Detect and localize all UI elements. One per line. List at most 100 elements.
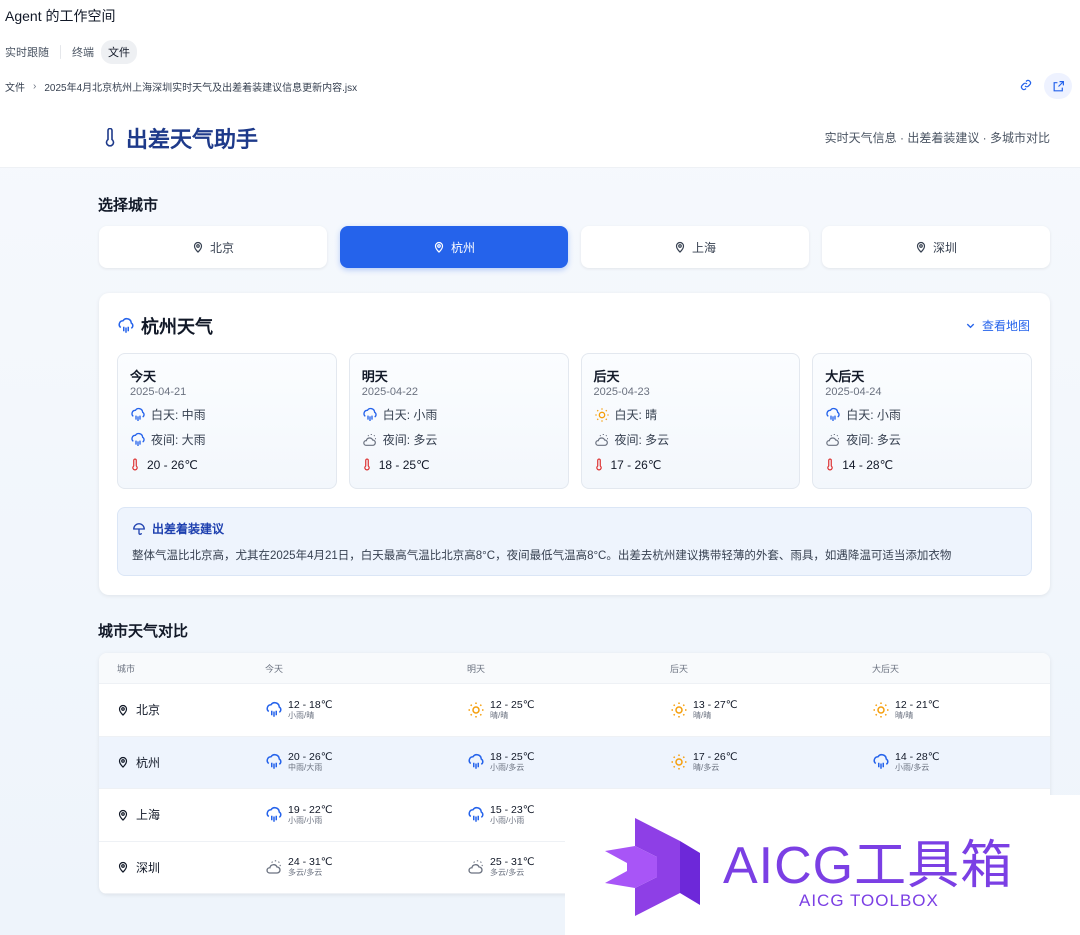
day-name: 明天 <box>361 369 388 384</box>
app-subtitle: 实时天气信息 · 出差着装建议 · 多城市对比 <box>824 131 1050 145</box>
open-external-button[interactable] <box>1044 73 1072 99</box>
table-row[interactable]: 杭州 20 - 26℃ 中雨/大雨 18 - 25℃ 小雨/多云 17 - 26℃ 晴/多云… <box>99 736 1050 789</box>
weather-text: 20 - 26℃ 中雨/大雨 <box>288 751 332 773</box>
tab-files[interactable]: 文件 <box>101 40 137 64</box>
rain-icon <box>118 317 134 333</box>
cloudy-icon <box>594 432 610 448</box>
watermark-subtext: AICG TOOLBOX <box>799 891 939 910</box>
header-cell: 后天 <box>670 663 689 674</box>
file-actions <box>1020 73 1072 99</box>
weather-text: 12 - 25℃ 晴/晴 <box>490 699 534 721</box>
location-pin-icon <box>916 241 926 253</box>
rain-icon <box>362 407 378 423</box>
night-weather-text: 夜间: 多云 <box>614 433 670 447</box>
weather-summary: 19 - 22℃ 小雨/小雨 <box>265 804 453 826</box>
weather-text: 13 - 27℃ 晴/晴 <box>693 699 737 721</box>
temperature-range: 18 - 25℃ <box>362 458 556 472</box>
rain-icon <box>825 407 841 423</box>
breadcrumb-root[interactable]: 文件 <box>5 79 25 94</box>
weather-summary: 12 - 21℃ 晴/晴 <box>872 699 1050 721</box>
night-weather-text: 夜间: 大雨 <box>151 433 206 447</box>
city-button-label: 深圳 <box>932 240 957 255</box>
night-weather: 夜间: 多云 <box>594 431 788 448</box>
rain-icon <box>467 806 485 824</box>
weather-desc: 小雨/晴 <box>288 710 315 720</box>
breadcrumb-file: 2025年4月北京杭州上海深圳实时天气及出差着装建议信息更新内容.jsx <box>44 83 358 94</box>
view-map-link[interactable]: 查看地图 <box>965 317 1030 334</box>
weather-desc: 晴/晴 <box>895 710 914 720</box>
day-date: 2025-04-23 <box>593 386 650 398</box>
tab-terminal[interactable]: 终端 <box>65 40 101 64</box>
compare-table-header: 城市 今天 明天 后天 大后天 <box>99 653 1050 684</box>
weather-text: 19 - 22℃ 小雨/小雨 <box>288 804 332 826</box>
temperature-text: 17 - 26℃ <box>610 458 662 472</box>
forecast-day-card: 大后天 2025-04-24 白天: 小雨 夜间: 多云 14 - 28℃ <box>812 353 1032 489</box>
city-button-beijing[interactable]: 北京 <box>99 226 327 268</box>
location-pin-icon <box>117 704 129 716</box>
aicg-logo-icon <box>605 818 700 916</box>
weather-text: 17 - 26℃ 晴/多云 <box>693 751 737 773</box>
external-link-icon <box>1053 80 1064 91</box>
city-button-hangzhou[interactable]: 杭州 <box>340 226 568 268</box>
app-title: 出差天气助手 <box>102 122 258 154</box>
temp-range: 19 - 22℃ <box>288 803 333 816</box>
advice-text: 整体气温比北京高，尤其在2025年4月21日，白天最高气温比北京高8°C，夜间最… <box>132 550 952 562</box>
weather-cell: 19 - 22℃ 小雨/小雨 <box>250 804 453 826</box>
weather-cell: 14 - 28℃ 小雨/多云 <box>856 751 1050 773</box>
thermometer-icon <box>825 458 835 472</box>
temp-range: 25 - 31℃ <box>490 856 535 869</box>
weather-summary: 20 - 26℃ 中雨/大雨 <box>265 751 453 773</box>
daytime-weather-text: 白天: 小雨 <box>382 408 438 422</box>
city-button-shenzhen[interactable]: 深圳 <box>822 226 1050 268</box>
night-weather: 夜间: 多云 <box>825 431 1019 448</box>
weather-summary: 12 - 25℃ 晴/晴 <box>467 699 656 721</box>
weather-text: 25 - 31℃ 多云/多云 <box>490 856 534 878</box>
forecast-day-card: 后天 2025-04-23 白天: 晴夜间: 多云 17 - 26℃ <box>580 353 801 489</box>
weather-desc: 晴/多云 <box>693 763 720 773</box>
chevron-down-icon <box>966 323 975 329</box>
weather-desc: 晴/晴 <box>490 710 509 720</box>
weather-cell: 12 - 18℃ 小雨/晴 <box>250 699 453 721</box>
location-pin-icon <box>193 241 203 253</box>
city-name: 杭州 <box>136 755 161 770</box>
day-date: 2025-04-22 <box>361 386 419 398</box>
tab-live-follow[interactable]: 实时跟随 <box>5 40 56 64</box>
weather-summary: 18 - 25℃ 小雨/多云 <box>467 751 656 773</box>
cloudy-icon <box>265 858 283 876</box>
compare-title: 城市天气对比 <box>98 623 189 640</box>
temperature-text: 18 - 25℃ <box>378 458 430 472</box>
cloudy-icon <box>825 432 841 448</box>
header-cell: 今天 <box>265 663 284 674</box>
weather-desc: 小雨/多云 <box>490 763 525 773</box>
rain-icon <box>265 701 283 719</box>
sun-icon <box>467 701 485 719</box>
rain-icon <box>130 432 146 448</box>
weather-summary: 12 - 18℃ 小雨/晴 <box>265 699 453 721</box>
temp-range: 12 - 25℃ <box>490 698 535 711</box>
location-pin-icon <box>675 241 685 253</box>
table-row[interactable]: 北京 12 - 18℃ 小雨/晴 12 - 25℃ 晴/晴 13 - 27℃ 晴/晴 12 -… <box>99 684 1050 737</box>
city-cell: 杭州 <box>99 754 250 771</box>
link-icon[interactable] <box>1020 79 1032 94</box>
day-name: 大后天 <box>825 369 865 384</box>
cloudy-icon <box>362 432 378 448</box>
watermark: AICG工具箱 AICG TOOLBOX <box>565 795 1080 935</box>
cloudy-icon <box>467 858 485 876</box>
weather-desc: 多云/多云 <box>490 868 525 878</box>
city-button-label: 杭州 <box>450 240 475 255</box>
daytime-weather: 白天: 小雨 <box>362 406 556 423</box>
temp-range: 12 - 18℃ <box>288 698 333 711</box>
temp-range: 18 - 25℃ <box>490 751 535 764</box>
weather-desc: 小雨/小雨 <box>288 815 323 825</box>
view-map-label: 查看地图 <box>981 319 1030 333</box>
city-button-label: 上海 <box>691 240 716 255</box>
workspace-tabs: 实时跟随 终端 文件 <box>5 40 137 64</box>
temp-range: 12 - 21℃ <box>895 698 940 711</box>
city-cell: 北京 <box>99 701 250 718</box>
weather-card: 杭州天气 查看地图 今天 2025-04-21 白天: 中雨 夜间: 大雨 20 - 2… <box>99 293 1050 595</box>
header-cell: 明天 <box>467 663 486 674</box>
advice-title: 出差着装建议 <box>132 520 1017 537</box>
weather-cell: 12 - 25℃ 晴/晴 <box>453 699 656 721</box>
city-name: 深圳 <box>136 860 161 875</box>
city-button-shanghai[interactable]: 上海 <box>581 226 809 268</box>
